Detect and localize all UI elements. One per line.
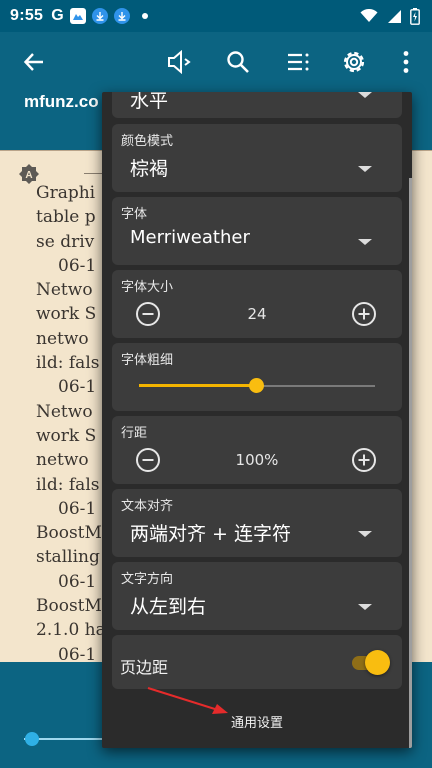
book-source-title: mfunz.co xyxy=(24,92,99,111)
more-vert-icon xyxy=(403,51,409,73)
increase-line-spacing-button[interactable] xyxy=(351,447,377,473)
text-direction-label: 文字方向 xyxy=(121,572,174,587)
line-spacing-stepper: 行距 100% xyxy=(112,416,402,484)
font-weight-fill xyxy=(139,384,257,387)
download-icon xyxy=(91,8,108,24)
card-partial-orientation[interactable]: 水平 xyxy=(112,92,402,118)
font-dropdown[interactable]: 字体 Merriweather xyxy=(112,197,402,265)
more-notifications-dot xyxy=(141,13,148,19)
text-direction-dropdown[interactable]: 文字方向 从左到右 xyxy=(112,562,402,630)
margins-switch-thumb[interactable] xyxy=(365,650,390,675)
battery-icon xyxy=(410,7,420,25)
table-of-contents-button[interactable] xyxy=(282,46,314,78)
color-mode-value: 棕褐 xyxy=(130,158,169,180)
chevron-down-icon xyxy=(358,239,372,245)
search-icon xyxy=(227,51,249,73)
back-button[interactable] xyxy=(18,46,50,78)
wifi-icon xyxy=(360,9,378,22)
text-align-label: 文本对齐 xyxy=(121,499,174,514)
read-aloud-button[interactable] xyxy=(164,46,196,78)
line-spacing-label: 行距 xyxy=(121,426,148,441)
annotation-arrow-icon xyxy=(147,687,228,714)
chevron-down-icon xyxy=(358,166,372,172)
search-button[interactable] xyxy=(222,46,254,78)
font-weight-slider: 字体粗细 xyxy=(112,343,402,411)
svg-text:A: A xyxy=(25,170,32,181)
chevron-down-icon xyxy=(358,531,372,537)
settings-button[interactable] xyxy=(338,46,370,78)
chevron-down-icon xyxy=(358,92,372,98)
text-align-dropdown[interactable]: 文本对齐 两端对齐 + 连字符 xyxy=(112,489,402,557)
text-align-value: 两端对齐 + 连字符 xyxy=(130,523,291,545)
font-size-label: 字体大小 xyxy=(121,280,174,295)
read-style-panel: 水平 颜色模式 棕褐 字体 Merriweather 字体大小 24 字体粗细 … xyxy=(102,92,412,748)
increase-font-size-button[interactable] xyxy=(351,301,377,327)
partial-value: 水平 xyxy=(130,92,169,112)
font-value: Merriweather xyxy=(130,227,250,248)
text-direction-value: 从左到右 xyxy=(130,596,207,618)
notification-icons: G xyxy=(51,7,148,25)
google-icon: G xyxy=(51,7,64,24)
color-mode-dropdown[interactable]: 颜色模式 棕褐 xyxy=(112,124,402,192)
more-options-button[interactable] xyxy=(390,46,422,78)
download-icon-2 xyxy=(113,8,130,24)
chevron-down-icon xyxy=(358,604,372,610)
chapter-progress-thumb[interactable] xyxy=(25,732,39,746)
system-icons xyxy=(360,7,420,25)
color-mode-label: 颜色模式 xyxy=(121,134,174,149)
signal-icon xyxy=(388,9,401,23)
app-toolbar xyxy=(0,32,432,92)
font-size-stepper: 字体大小 24 xyxy=(112,270,402,338)
speaker-icon xyxy=(168,50,191,74)
status-time: 9:55 xyxy=(10,7,44,24)
arrow-back-icon xyxy=(23,53,43,71)
panel-scrollbar[interactable] xyxy=(409,178,412,748)
font-weight-thumb[interactable] xyxy=(249,378,264,393)
status-bar: 9:55 G xyxy=(0,0,432,32)
toc-list-icon xyxy=(288,53,309,71)
gear-icon xyxy=(343,51,365,73)
page-divider xyxy=(84,173,102,174)
app-notification-icon xyxy=(69,8,86,24)
margins-label: 页边距 xyxy=(120,658,169,677)
font-weight-label: 字体粗细 xyxy=(121,353,174,368)
font-label: 字体 xyxy=(121,207,148,222)
